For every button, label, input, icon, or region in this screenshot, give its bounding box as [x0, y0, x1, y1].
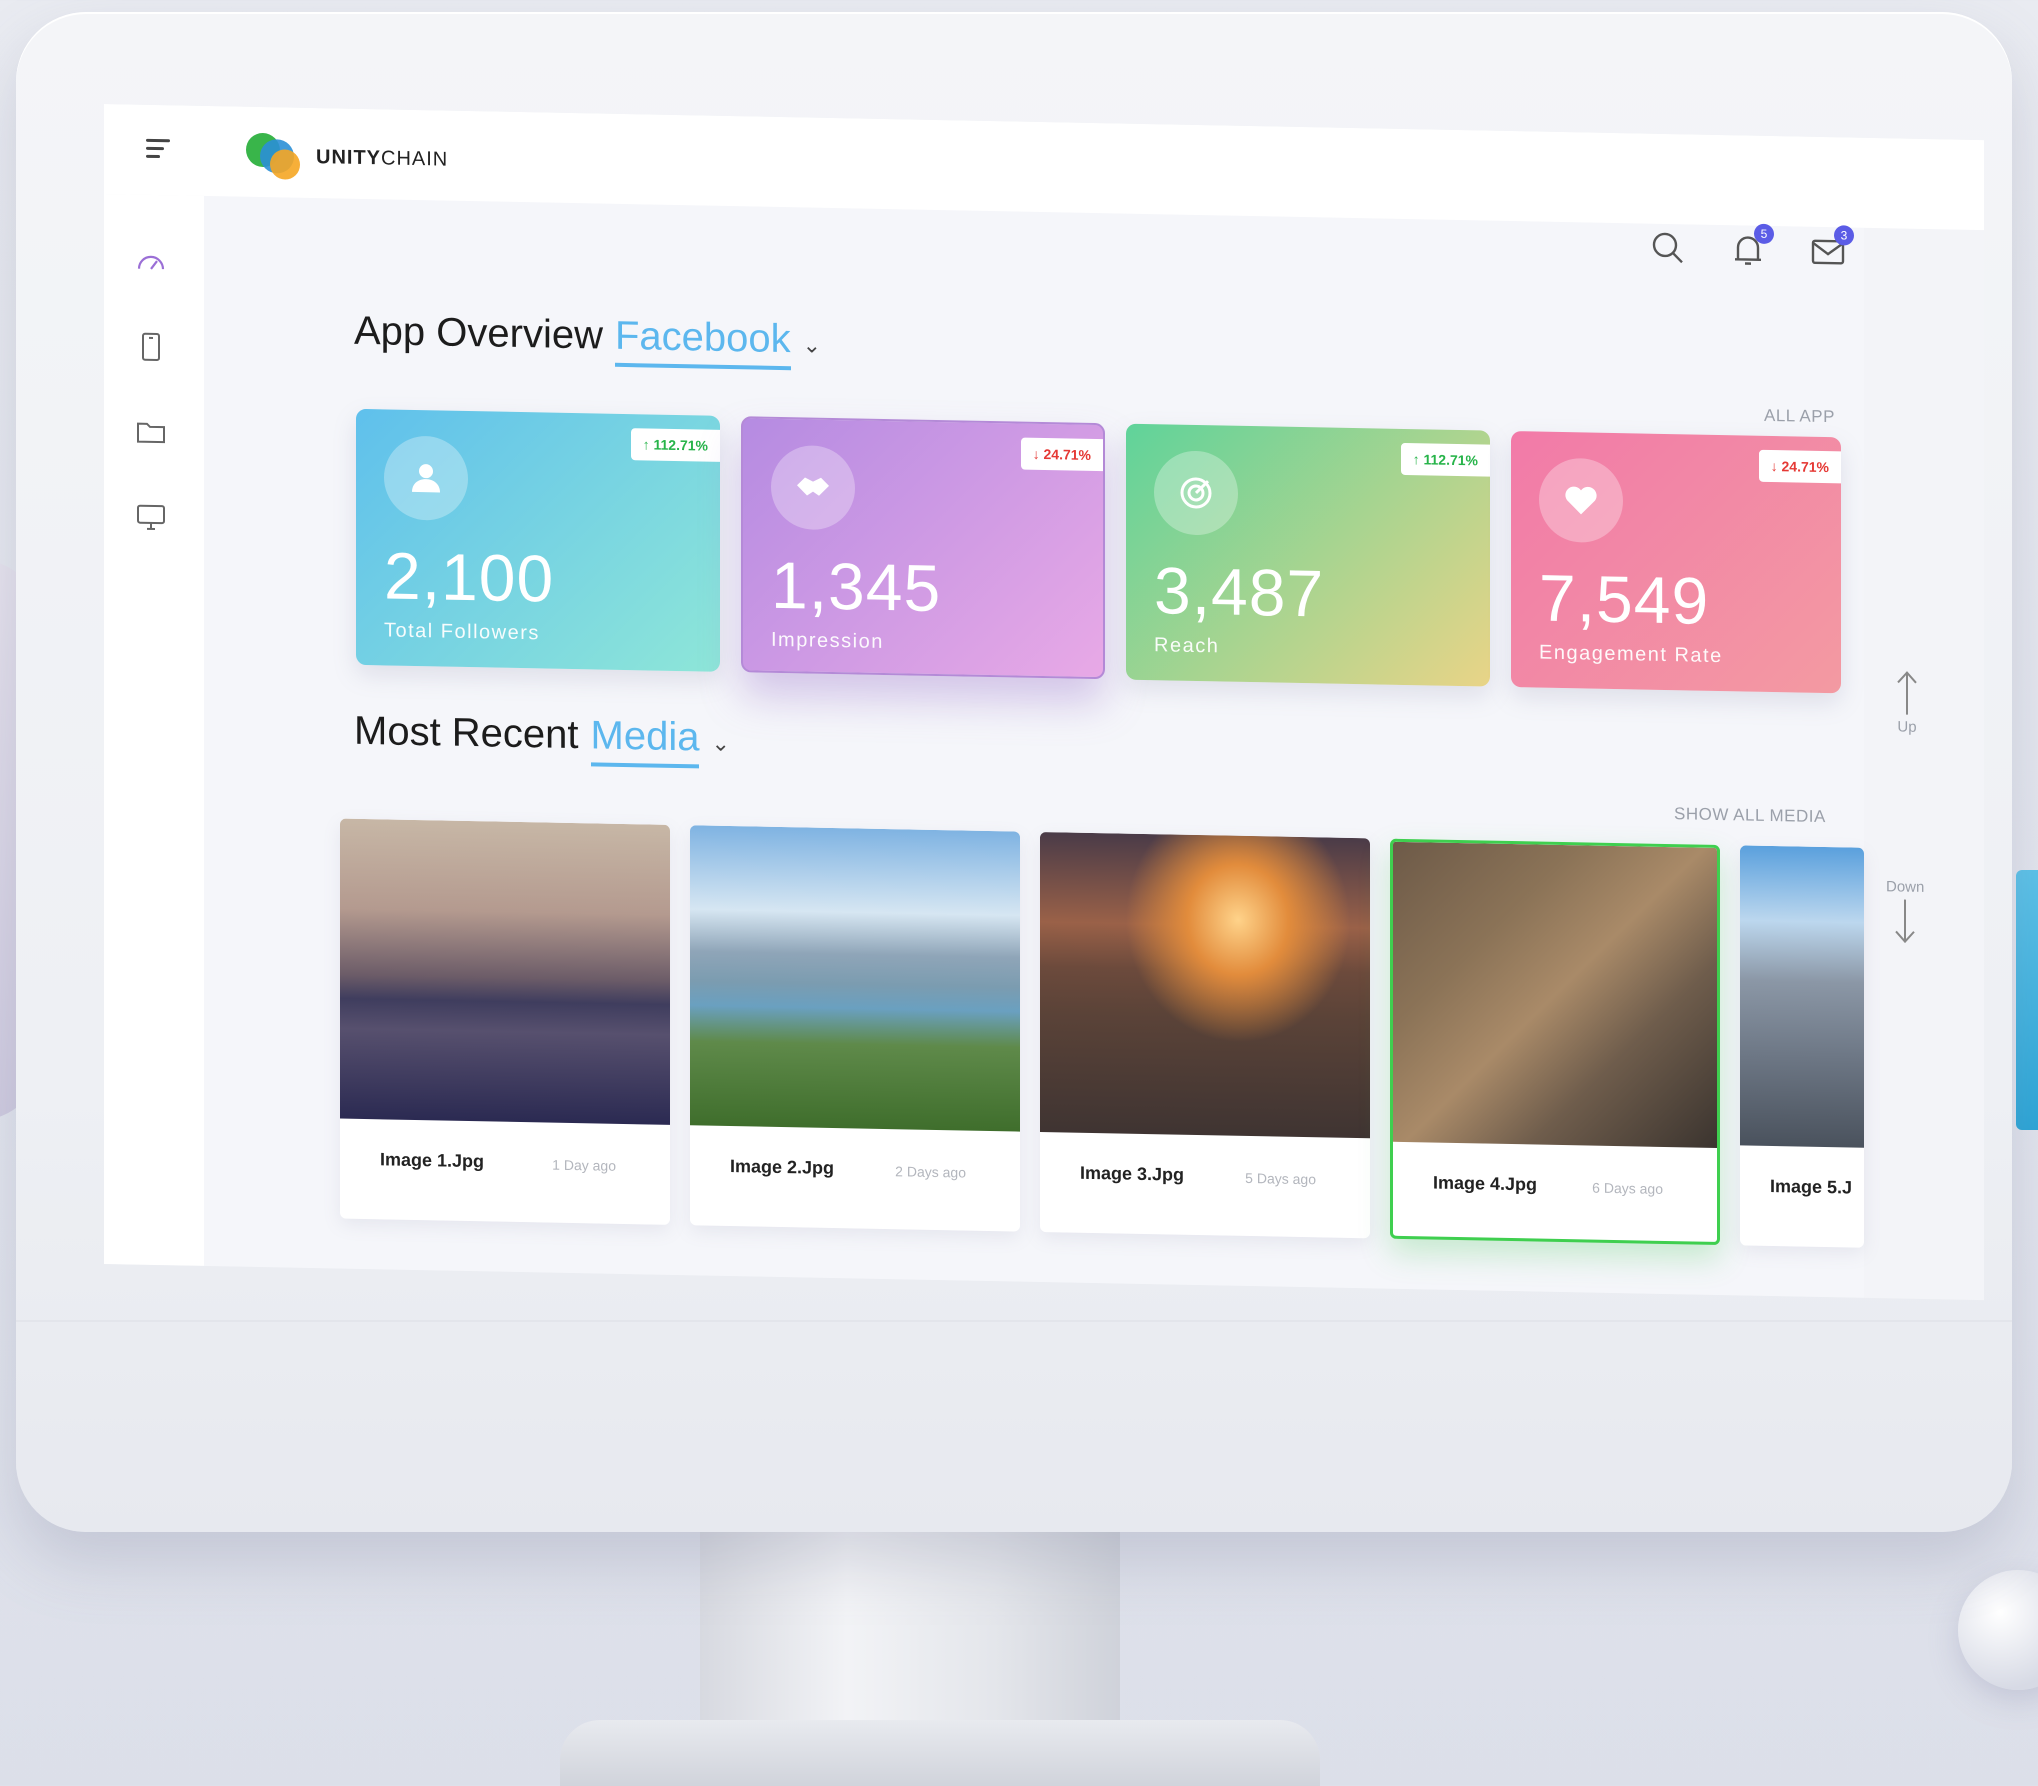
media-heading: Most Recent Media ⌄: [354, 709, 730, 769]
header-actions: 5 3: [1648, 223, 1854, 272]
heart-icon: [1539, 457, 1623, 544]
all-app-link[interactable]: ALL APP: [1764, 406, 1835, 427]
show-all-media-link[interactable]: SHOW ALL MEDIA: [1674, 804, 1826, 827]
arrow-down-icon: ↓: [1770, 458, 1782, 475]
overview-title: App Overview: [354, 308, 603, 358]
platform-selector[interactable]: Facebook: [614, 313, 791, 371]
media-date: 1 Day ago: [552, 1156, 616, 1174]
scroll-down-button[interactable]: Down: [1886, 878, 1924, 946]
stat-label: Reach: [1154, 634, 1220, 658]
media-name: Image 4.Jpg: [1433, 1172, 1538, 1195]
stat-label: Total Followers: [384, 619, 540, 645]
stat-label: Impression: [771, 628, 884, 653]
search-icon[interactable]: [1648, 228, 1688, 269]
brand-logo[interactable]: UNITYCHAIN: [246, 129, 448, 187]
media-card[interactable]: Image 1.Jpg 1 Day ago: [340, 818, 670, 1225]
overview-heading: App Overview Facebook ⌄: [354, 309, 821, 371]
scroll-up-button[interactable]: Up: [1892, 668, 1922, 736]
user-icon: [384, 435, 468, 521]
notifications-badge: 5: [1754, 223, 1774, 245]
media-thumbnail: [1393, 841, 1717, 1148]
messages-badge: 3: [1834, 225, 1854, 246]
stat-card-engagement[interactable]: ↓ 24.71% 7,549 Engagement Rate: [1511, 431, 1841, 694]
chevron-down-icon[interactable]: ⌄: [711, 731, 729, 757]
monitor-stand: [700, 1530, 1120, 1730]
dashboard-icon[interactable]: [134, 245, 168, 280]
stat-label: Engagement Rate: [1539, 641, 1723, 668]
stat-value: 7,549: [1539, 560, 1710, 638]
arrow-down-icon: [1895, 899, 1915, 944]
scroll-up-label: Up: [1897, 718, 1917, 736]
stat-value: 1,345: [771, 547, 942, 626]
media-date: 6 Days ago: [1592, 1179, 1663, 1197]
stat-card-impression[interactable]: ↓ 24.71% 1,345 Impression: [741, 416, 1105, 680]
media-card-selected[interactable]: Image 4.Jpg 6 Days ago: [1390, 838, 1720, 1246]
scroll-down-label: Down: [1886, 878, 1925, 896]
messages-button[interactable]: 3: [1808, 225, 1854, 272]
arrow-up-icon: ↑: [642, 436, 654, 453]
media-name: Image 3.Jpg: [1080, 1162, 1185, 1185]
background-accent: [2016, 870, 2038, 1130]
tablet-icon[interactable]: [134, 330, 168, 365]
change-badge: ↓ 24.71%: [1020, 437, 1103, 472]
stat-value: 3,487: [1154, 553, 1325, 631]
media-name: Image 5.J: [1770, 1175, 1853, 1198]
handshake-icon: [771, 444, 855, 531]
menu-icon[interactable]: [146, 138, 170, 159]
media-thumbnail: [690, 825, 1020, 1132]
folder-icon[interactable]: [134, 415, 168, 450]
media-selector[interactable]: Media: [590, 713, 700, 769]
media-card[interactable]: Image 2.Jpg 2 Days ago: [690, 825, 1020, 1232]
change-badge: ↑ 112.71%: [630, 428, 720, 462]
monitor-chin-divider: [16, 1320, 2012, 1322]
media-date: 2 Days ago: [895, 1163, 966, 1181]
media-name: Image 2.Jpg: [730, 1156, 835, 1179]
media-title: Most Recent: [354, 708, 579, 758]
stat-card-reach[interactable]: ↑ 112.71% 3,487 Reach: [1126, 423, 1490, 687]
arrow-up-icon: ↑: [1412, 451, 1424, 468]
arrow-down-icon: ↓: [1032, 445, 1044, 463]
notifications-button[interactable]: 5: [1728, 223, 1774, 270]
media-thumbnail: [1740, 845, 1864, 1148]
sidebar: [104, 194, 204, 1266]
change-badge: ↓ 24.71%: [1758, 449, 1841, 484]
stat-value: 2,100: [384, 538, 555, 616]
chevron-down-icon[interactable]: ⌄: [803, 332, 821, 358]
monitor-base: [560, 1720, 1320, 1786]
media-card[interactable]: Image 3.Jpg 5 Days ago: [1040, 831, 1370, 1239]
brand-name: UNITYCHAIN: [316, 145, 449, 171]
media-thumbnail: [1040, 831, 1370, 1139]
logo-mark-icon: [246, 129, 308, 184]
change-badge: ↑ 112.71%: [1400, 442, 1490, 477]
media-name: Image 1.Jpg: [380, 1149, 485, 1172]
target-icon: [1154, 450, 1238, 536]
screen: UNITYCHAIN 5 3 App Overview Facebook ⌄ A…: [104, 104, 1984, 1301]
media-thumbnail: [340, 818, 670, 1125]
monitor-icon[interactable]: [134, 500, 168, 535]
media-card[interactable]: Image 5.J: [1740, 845, 1864, 1248]
arrow-up-icon: [1897, 671, 1917, 715]
background-sphere: [1958, 1570, 2038, 1690]
media-date: 5 Days ago: [1245, 1169, 1316, 1188]
stat-card-followers[interactable]: ↑ 112.71% 2,100 Total Followers: [356, 408, 720, 672]
